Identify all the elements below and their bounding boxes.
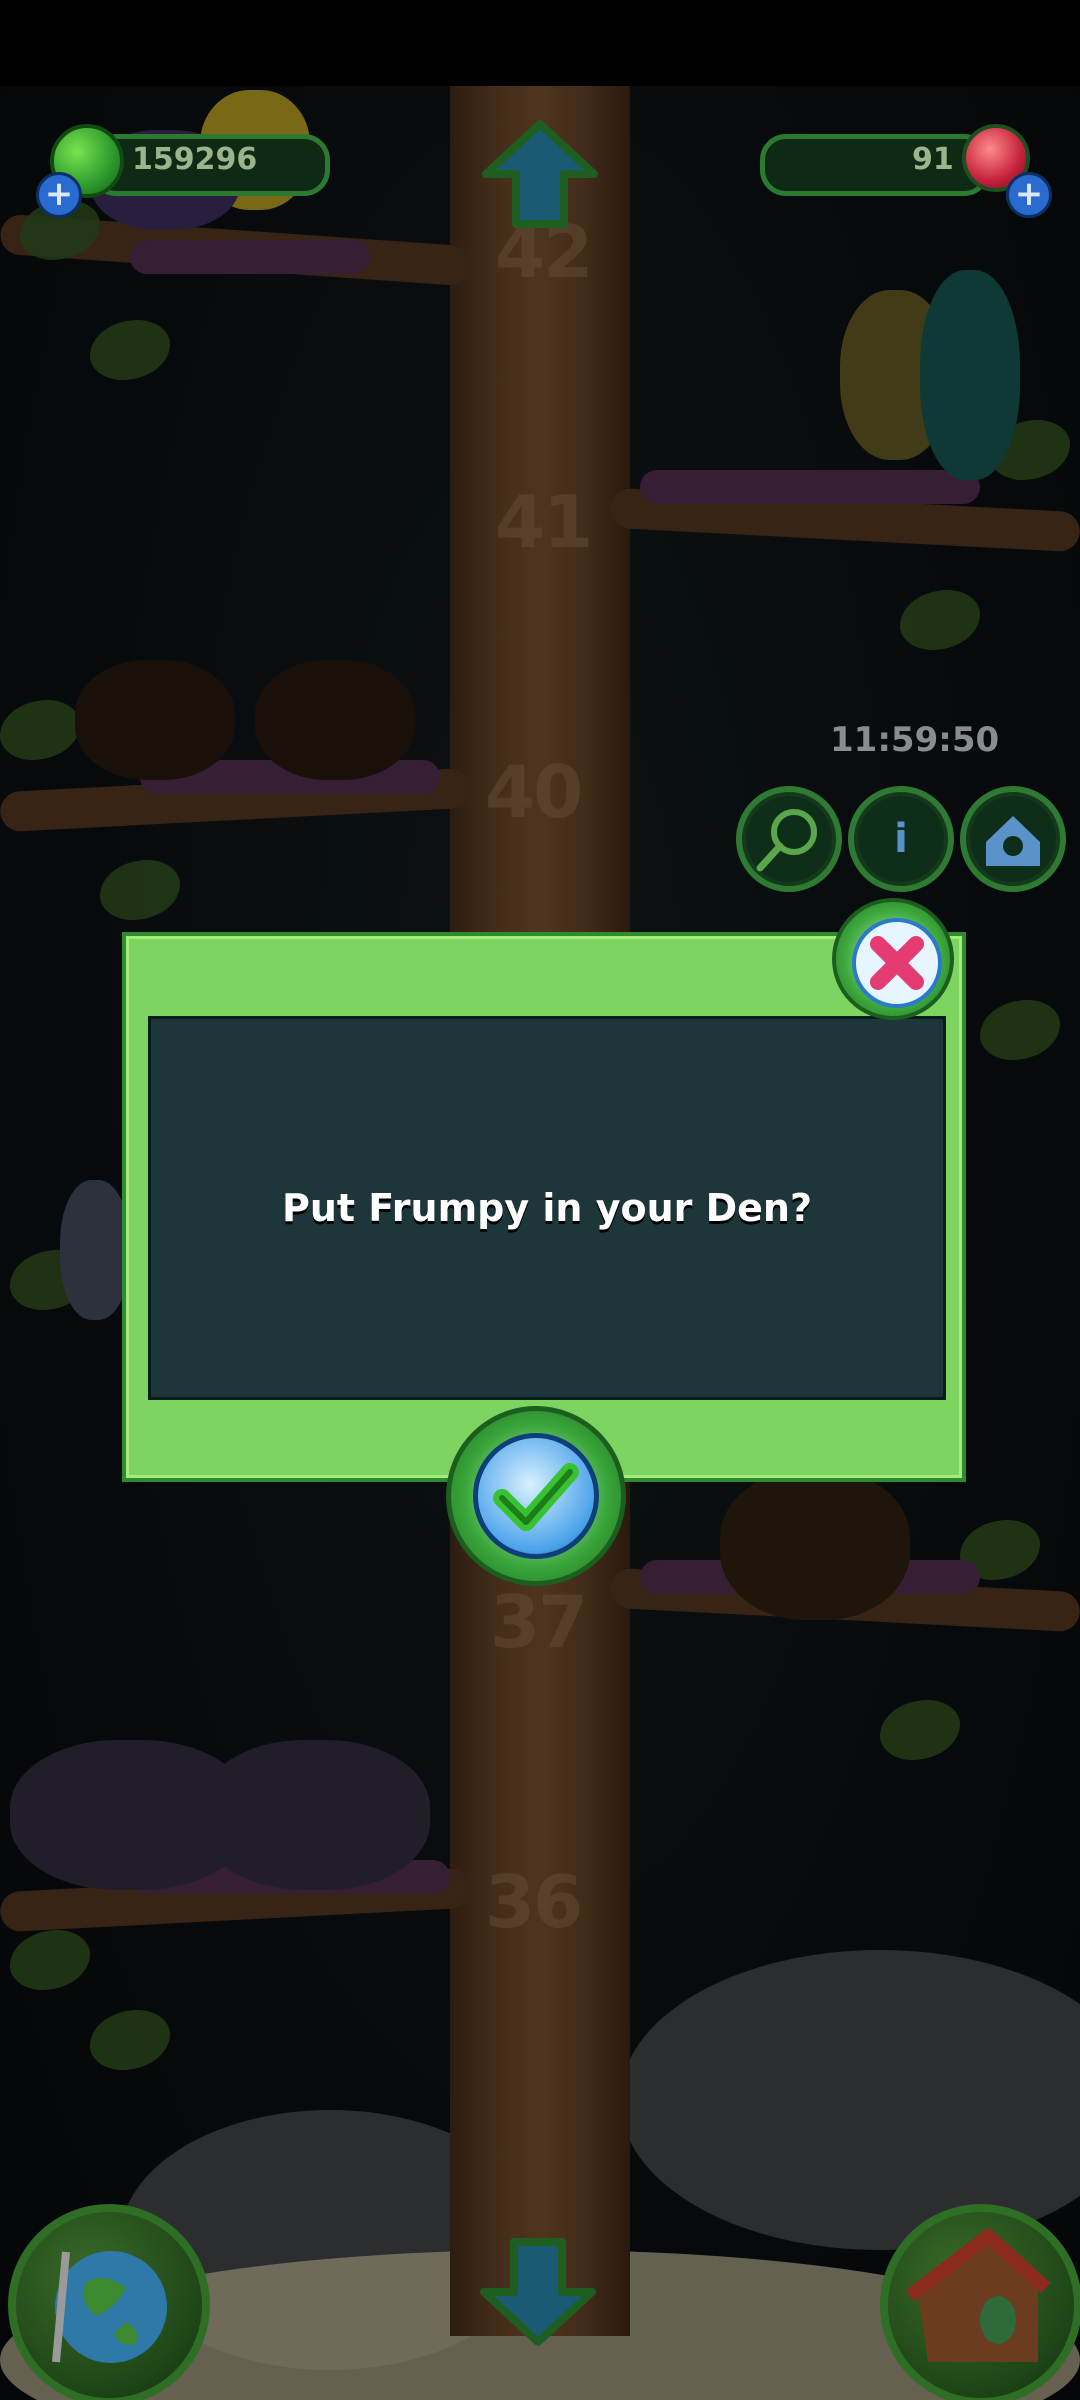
den-house-button[interactable]: [880, 2204, 1080, 2400]
add-coins-button[interactable]: +: [36, 172, 82, 218]
confirm-button[interactable]: [446, 1406, 626, 1586]
dialog-panel: Put Frumpy in your Den?: [148, 1016, 946, 1400]
nest: [130, 240, 370, 274]
gem-count: 91: [912, 142, 954, 177]
check-icon: [473, 1433, 599, 1559]
pet-wombat[interactable]: [75, 660, 235, 780]
up-arrow-icon[interactable]: [480, 120, 600, 230]
pet-rhino[interactable]: [200, 1740, 430, 1890]
coin-count: 159296: [132, 142, 258, 177]
countdown-timer: 11:59:50: [830, 720, 1000, 760]
net-icon: [756, 809, 817, 872]
nest: [640, 470, 980, 504]
level-number: 41: [495, 480, 593, 564]
info-icon: i: [894, 816, 908, 862]
den-icon: [986, 816, 1040, 866]
level-number: 40: [485, 750, 583, 834]
gem-counter: [760, 134, 990, 196]
world-map-button[interactable]: [8, 2204, 210, 2400]
close-icon: [852, 918, 942, 1008]
info-button[interactable]: i: [848, 786, 954, 892]
pet-butterfly[interactable]: [920, 270, 1020, 480]
down-arrow-icon[interactable]: [478, 2236, 598, 2346]
level-number: 37: [490, 1580, 588, 1664]
house-icon: [905, 2229, 1051, 2362]
globe-icon: [52, 2251, 167, 2363]
dialog-message: Put Frumpy in your Den?: [281, 1186, 813, 1230]
game-screen: 42 41 40 37 36 159296 + 91 + 11:59:50 i: [0, 0, 1080, 2400]
add-gems-button[interactable]: +: [1006, 172, 1052, 218]
close-dialog-button[interactable]: [832, 898, 954, 1020]
confirm-dialog: Put Frumpy in your Den?: [122, 932, 966, 1482]
pet-bear[interactable]: [720, 1470, 910, 1620]
den-button[interactable]: [960, 786, 1066, 892]
level-number: 36: [485, 1860, 583, 1944]
net-button[interactable]: [736, 786, 842, 892]
pet-koala[interactable]: [60, 1180, 130, 1320]
status-bar: [0, 0, 1080, 86]
pet-wombat[interactable]: [255, 660, 415, 780]
